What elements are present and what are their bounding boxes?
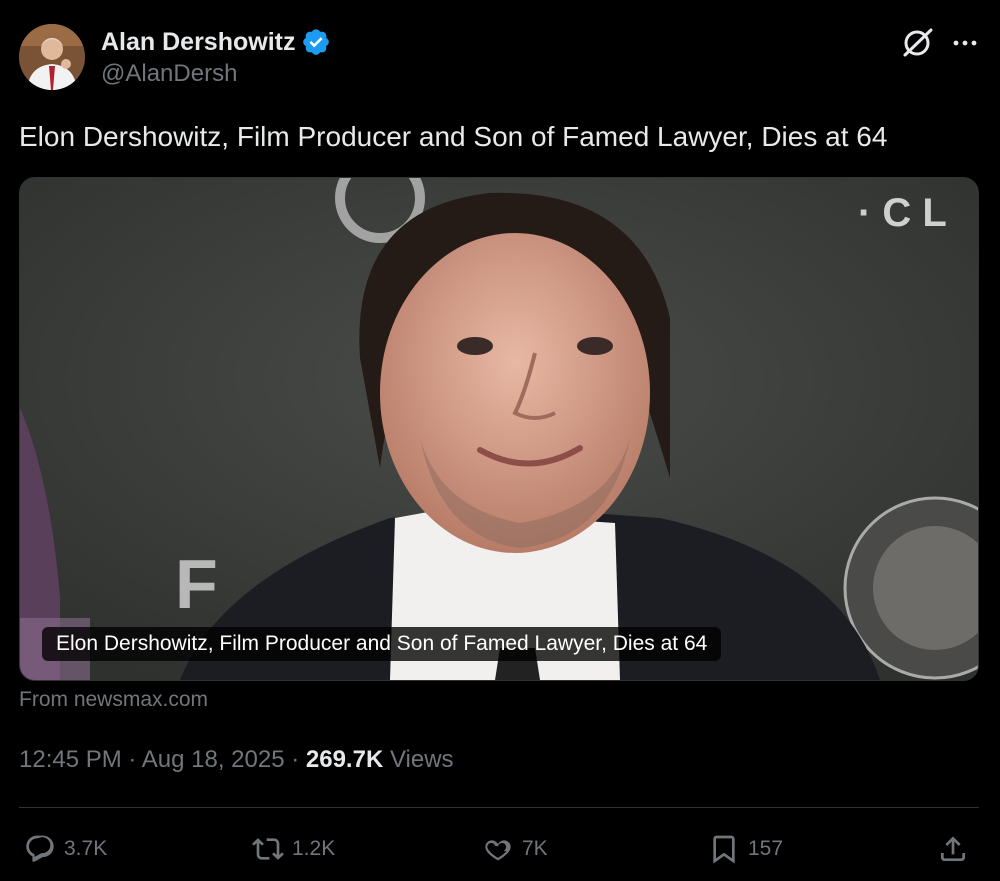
- meta-separator: ·: [291, 746, 300, 773]
- repost-icon: [252, 838, 284, 860]
- repost-button[interactable]: 1.2K: [252, 828, 335, 870]
- avatar[interactable]: [19, 24, 85, 90]
- svg-text:F: F: [175, 545, 218, 623]
- tweet-meta: 12:45 PM · Aug 18, 2025 · 269.7K Views: [19, 746, 454, 774]
- reply-icon: [26, 835, 54, 862]
- repost-count: 1.2K: [292, 837, 336, 860]
- tweet-time[interactable]: 12:45 PM: [19, 746, 122, 773]
- views-label: Views: [389, 746, 454, 773]
- divider: [19, 807, 979, 808]
- tweet-date[interactable]: Aug 18, 2025: [142, 746, 285, 773]
- link-card[interactable]: · C L F Elon Dershowitz, Film Producer a…: [19, 177, 979, 681]
- bookmark-icon: [713, 835, 735, 864]
- card-caption: Elon Dershowitz, Film Producer and Son o…: [42, 627, 722, 661]
- avatar-image: [19, 24, 85, 90]
- like-count: 7K: [522, 837, 548, 860]
- meta-separator: ·: [128, 746, 137, 773]
- views-count: 269.7K: [305, 746, 384, 773]
- more-icon[interactable]: [948, 26, 982, 60]
- author-handle[interactable]: @AlanDersh: [101, 60, 237, 88]
- svg-text:· C L: · C L: [858, 191, 947, 235]
- reply-count: 3.7K: [64, 837, 108, 860]
- bookmark-button[interactable]: 157: [708, 828, 783, 870]
- author-display-name[interactable]: Alan Dershowitz: [101, 28, 295, 57]
- share-button[interactable]: [937, 828, 969, 870]
- heart-icon: [485, 840, 511, 861]
- grok-icon[interactable]: [898, 24, 936, 62]
- tweet-text: Elon Dershowitz, Film Producer and Son o…: [19, 121, 888, 152]
- card-photo: · C L F: [20, 178, 978, 680]
- like-button[interactable]: 7K: [482, 828, 548, 870]
- share-icon: [941, 836, 965, 861]
- verified-badge-icon: [303, 29, 330, 55]
- author-name-row[interactable]: Alan Dershowitz: [101, 26, 331, 58]
- card-source[interactable]: From newsmax.com: [19, 688, 208, 712]
- bookmark-count: 157: [748, 837, 784, 860]
- reply-button[interactable]: 3.7K: [24, 828, 107, 870]
